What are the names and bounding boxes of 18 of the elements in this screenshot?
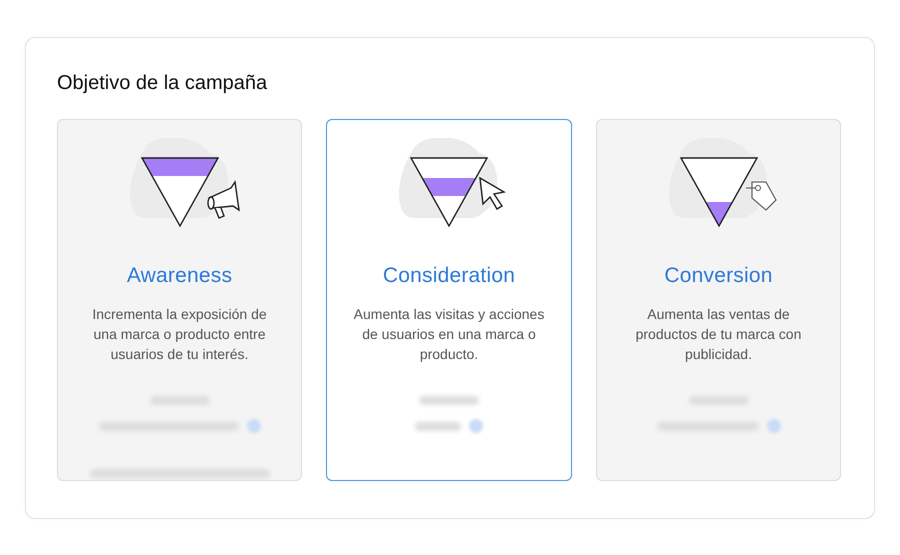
objective-title: Awareness [126, 264, 232, 288]
cursor-icon [479, 176, 506, 210]
objective-description: Aumenta las ventas de productos de tu marca con publicidad. [634, 305, 802, 364]
objective-title: Consideration [382, 264, 516, 288]
objective-title: Conversion [664, 264, 773, 288]
info-icon [469, 419, 483, 433]
info-icon [766, 419, 780, 433]
panel-title: Objetivo de la campaña [57, 72, 268, 95]
objective-description: Incrementa la exposición de una marca o producto entre usuarios de tu interés. [91, 305, 268, 364]
megaphone-icon [206, 180, 240, 219]
blurred-text [419, 396, 479, 405]
blurred-text [415, 422, 461, 430]
objective-card[interactable]: Conversion Aumenta las ventas de productos de tu marca con publicidad. [596, 119, 841, 481]
objective-card[interactable]: Consideration Aumenta las visitas y acciones de usuarios en una marca o producto. [326, 119, 572, 481]
info-icon [246, 419, 260, 433]
objective-description: Aumenta las visitas y acciones de usuarios en una marca o producto. [352, 305, 546, 364]
objective-card[interactable]: Awareness Incrementa la exposición de una marca o producto entre usuarios de tu interés. [57, 119, 302, 481]
tag-icon [745, 181, 776, 211]
